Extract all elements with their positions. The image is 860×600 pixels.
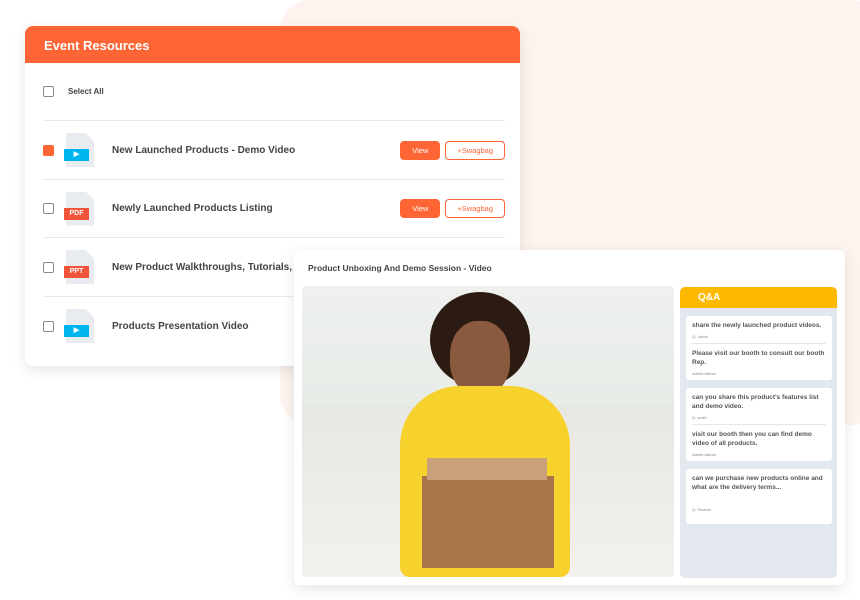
cardboard-box — [422, 476, 554, 568]
row-checkbox[interactable] — [43, 261, 54, 273]
add-swagbag-button[interactable]: +Swagbag — [445, 140, 505, 160]
row-checkbox[interactable] — [43, 144, 54, 156]
video-title: Product Unboxing And Demo Session - Vide… — [308, 263, 492, 273]
qa-panel: Q&A share the newly launched product vid… — [680, 287, 837, 578]
qa-text: Please visit our booth to consult our bo… — [692, 350, 825, 366]
view-button[interactable]: View — [400, 140, 441, 160]
qa-text: share the newly launched product videos. — [692, 322, 822, 329]
video-file-icon: ▶ — [64, 133, 96, 167]
qa-author: Admin:Admin — [692, 452, 716, 457]
row-checkbox[interactable] — [43, 320, 54, 332]
select-all-checkbox[interactable] — [43, 86, 54, 97]
resource-title: Newly Launched Products Listing — [112, 203, 273, 214]
select-all-label: Select All — [68, 87, 104, 96]
resource-row: PDF Newly Launched Products Listing View… — [43, 180, 505, 238]
resource-title: New Launched Products - Demo Video — [112, 144, 296, 156]
box-flap — [427, 458, 547, 480]
qa-title: Q&A — [680, 287, 837, 308]
qa-message: Please visit our booth to consult our bo… — [692, 344, 826, 380]
video-player[interactable] — [302, 286, 674, 577]
add-swagbag-button[interactable]: +Swagbag — [445, 199, 505, 218]
pdf-file-icon: PDF — [64, 191, 96, 226]
ppt-file-icon: PPT — [64, 250, 96, 284]
qa-message: can we purchase new products online and … — [692, 469, 826, 524]
qa-message: visit our booth then you can find demo v… — [692, 425, 826, 461]
view-button[interactable]: View — [400, 199, 441, 218]
video-file-icon: ▶ — [64, 309, 96, 343]
qa-message: can you share this product's features li… — [692, 388, 826, 425]
qa-thread: share the newly launched product videos.… — [686, 316, 832, 380]
qa-text: can we purchase new products online and … — [692, 475, 823, 491]
qa-thread: can we purchase new products online and … — [686, 469, 832, 524]
qa-text: visit our booth then you can find demo v… — [692, 431, 812, 447]
qa-text: can you share this product's features li… — [692, 394, 819, 410]
select-all-row[interactable]: Select All — [43, 63, 505, 121]
row-checkbox[interactable] — [43, 203, 54, 214]
person-face — [450, 321, 510, 396]
resource-row: ▶ New Launched Products - Demo Video Vie… — [43, 121, 505, 180]
qa-author: Q: Jacob — [692, 334, 709, 339]
card-title: Event Resources — [25, 26, 520, 63]
qa-author: Q: smith — [692, 415, 707, 420]
qa-thread: can you share this product's features li… — [686, 388, 832, 461]
qa-author: Q: Smauel — [692, 507, 711, 512]
qa-message: share the newly launched product videos.… — [692, 316, 826, 344]
video-session-card: Product Unboxing And Demo Session - Vide… — [294, 250, 845, 585]
qa-author: Admin:Admin — [692, 371, 716, 376]
